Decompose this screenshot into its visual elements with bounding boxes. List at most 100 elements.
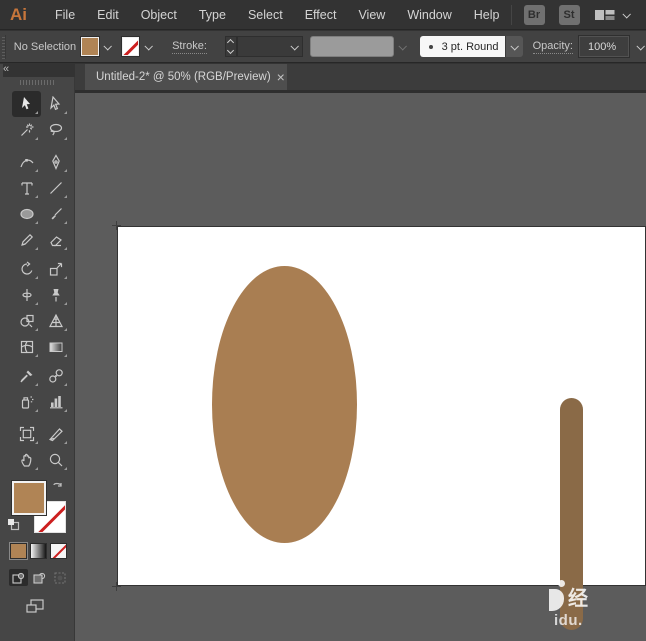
screen-mode-button[interactable] (24, 597, 46, 615)
menu-object[interactable]: Object (130, 8, 188, 22)
menu-separator (511, 5, 512, 25)
lasso-tool[interactable] (41, 117, 70, 143)
perspective-grid-tool[interactable] (41, 308, 70, 334)
paintbrush-tool[interactable] (41, 201, 70, 227)
free-transform-tool[interactable] (41, 282, 70, 308)
variable-width-profile[interactable]: 3 pt. Round (420, 36, 523, 57)
line-segment-tool[interactable] (41, 175, 70, 201)
stroke-color-dropdown[interactable] (141, 37, 154, 57)
mesh-icon (19, 339, 35, 355)
ellipse-tool[interactable] (12, 201, 41, 227)
draw-normal-button[interactable] (9, 569, 28, 586)
step-up-icon (227, 39, 234, 46)
eraser-tool[interactable] (41, 227, 70, 253)
type-tool[interactable] (12, 175, 41, 201)
fill-proxy-swatch[interactable] (12, 481, 46, 515)
mesh-tool[interactable] (12, 334, 41, 360)
artboard-icon (19, 426, 35, 442)
document-tab-bar: Untitled-2* @ 50% (RGB/Preview) × (75, 64, 646, 90)
ellipse-icon (19, 206, 35, 222)
menu-view[interactable]: View (347, 8, 396, 22)
opacity-dropdown[interactable] (633, 37, 646, 57)
none-button[interactable] (50, 543, 67, 559)
pen-tool[interactable] (41, 149, 70, 175)
slice-tool[interactable] (41, 421, 70, 447)
draw-behind-button[interactable] (30, 569, 49, 586)
slice-knife-icon (48, 426, 64, 442)
fill-color-dropdown[interactable] (101, 37, 114, 57)
eraser-icon (48, 232, 64, 248)
menu-file[interactable]: File (44, 8, 86, 22)
selection-tool[interactable] (12, 91, 41, 117)
eyedropper-tool[interactable] (12, 363, 41, 389)
paintbrush-icon (48, 206, 64, 222)
gradient-tool[interactable] (41, 334, 70, 360)
panel-grip[interactable] (2, 35, 6, 59)
column-graph-tool[interactable] (41, 389, 70, 415)
default-fill-stroke-icon[interactable] (7, 518, 20, 531)
toolbar-collapse-button[interactable]: « (3, 64, 75, 77)
chevron-down-icon (144, 42, 152, 50)
gradient-button[interactable] (30, 543, 47, 559)
menu-type[interactable]: Type (188, 8, 237, 22)
swap-fill-stroke-icon[interactable] (51, 481, 64, 493)
color-button[interactable] (10, 543, 27, 559)
magnifier-icon (48, 452, 64, 468)
document-canvas[interactable]: 经 idu. (75, 90, 646, 641)
toolbar-drag-handle[interactable] (20, 80, 54, 85)
opacity-field[interactable]: 100% (579, 36, 629, 57)
curvature-tool[interactable] (12, 149, 41, 175)
menu-effect[interactable]: Effect (294, 8, 348, 22)
drawing-mode-buttons (9, 569, 74, 586)
stroke-weight-dropdown[interactable] (237, 36, 303, 57)
bridge-button[interactable]: Br (524, 5, 545, 25)
workspace-layout-icon (594, 7, 616, 23)
menu-bar: Ai File Edit Object Type Select Effect V… (0, 0, 646, 30)
scale-icon (48, 261, 64, 277)
ellipse-shape[interactable] (212, 266, 357, 543)
width-tool[interactable] (12, 282, 41, 308)
menu-select[interactable]: Select (237, 8, 294, 22)
draw-normal-icon (12, 572, 25, 584)
tools-grid (12, 91, 70, 473)
fill-color-swatch[interactable] (81, 37, 99, 56)
control-bar: No Selection Stroke: 3 pt. Round Opacity… (0, 31, 646, 63)
menu-edit[interactable]: Edit (86, 8, 130, 22)
blend-tool[interactable] (41, 363, 70, 389)
workspace-switcher[interactable] (594, 7, 629, 23)
shape-builder-tool[interactable] (12, 308, 41, 334)
stroke-profile-dot-icon (429, 45, 433, 49)
variable-width-value[interactable]: 3 pt. Round (420, 36, 505, 57)
document-tab[interactable]: Untitled-2* @ 50% (RGB/Preview) × (85, 64, 287, 90)
variable-width-chevron[interactable] (505, 36, 523, 57)
opacity-label[interactable]: Opacity: (533, 40, 573, 54)
symbol-sprayer-tool[interactable] (12, 389, 41, 415)
fill-stroke-cluster (10, 481, 66, 533)
rotate-tool[interactable] (12, 256, 41, 282)
tab-close-icon[interactable]: × (277, 70, 285, 84)
hand-tool[interactable] (12, 447, 41, 473)
column-graph-icon (48, 394, 64, 410)
brush-definition-dropdown[interactable] (310, 36, 394, 57)
magic-wand-tool[interactable] (12, 117, 41, 143)
pencil-tool[interactable] (12, 227, 41, 253)
screen-mode-icon (25, 598, 45, 614)
artboard-corner-mark (112, 221, 121, 230)
menu-help[interactable]: Help (463, 8, 511, 22)
selection-arrow-icon (19, 96, 35, 112)
zoom-tool[interactable] (41, 447, 70, 473)
hand-icon (19, 452, 35, 468)
stroke-color-swatch[interactable] (122, 37, 140, 56)
menu-window[interactable]: Window (396, 8, 462, 22)
draw-inside-button[interactable] (51, 569, 70, 586)
stroke-weight-stepper[interactable] (225, 36, 237, 57)
artboard-tool[interactable] (12, 421, 41, 447)
stroke-weight-label[interactable]: Stroke: (172, 40, 207, 54)
stock-button[interactable]: St (559, 5, 580, 25)
pencil-icon (19, 232, 35, 248)
magic-wand-icon (19, 122, 35, 138)
symbol-sprayer-icon (19, 394, 35, 410)
scale-tool[interactable] (41, 256, 70, 282)
direct-selection-tool[interactable] (41, 91, 70, 117)
chevron-down-icon (622, 10, 630, 18)
